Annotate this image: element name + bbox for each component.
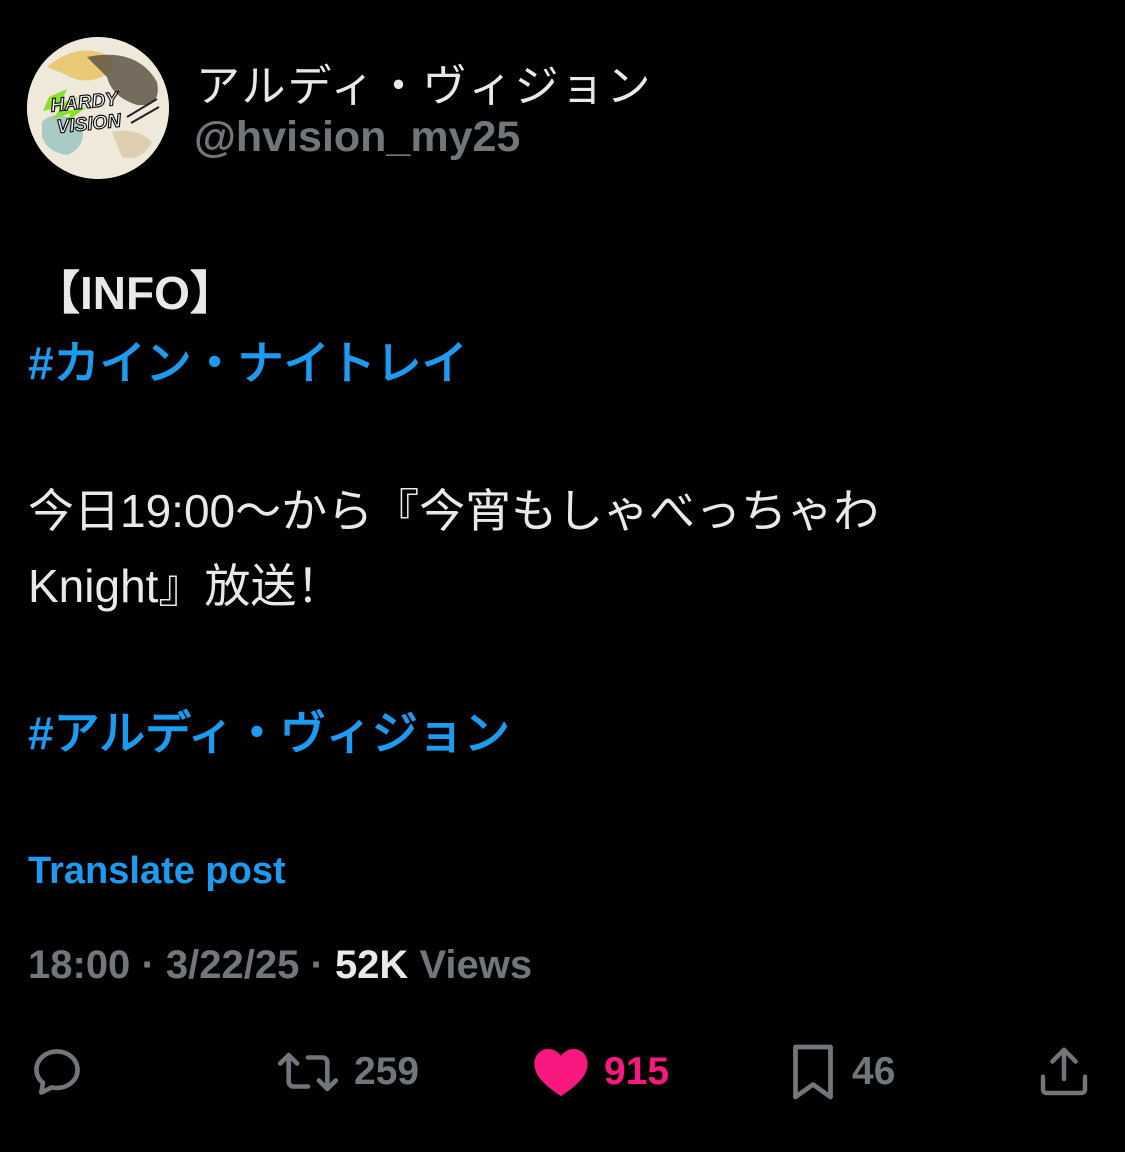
post-meta: 18:00 · 3/22/25 · 52K Views xyxy=(28,943,532,988)
heart-icon xyxy=(534,1049,588,1097)
avatar[interactable]: HARDY VISION xyxy=(27,37,169,179)
views-count: 52K xyxy=(334,943,409,987)
bookmark-count: 46 xyxy=(852,1050,896,1093)
hashtag-link[interactable]: #アルディ・ヴィジョン xyxy=(28,705,510,761)
post-text-line: Knight』放送！ xyxy=(28,560,343,612)
post-text-line: 今日19:00〜から『今宵もしゃべっちゃわ xyxy=(28,485,880,537)
like-count: 915 xyxy=(604,1050,670,1093)
reply-icon xyxy=(34,1049,80,1095)
separator: · xyxy=(141,943,155,987)
views-label: Views xyxy=(419,943,533,987)
hardy-vision-logo: HARDY VISION xyxy=(27,37,169,179)
share-button[interactable] xyxy=(1036,1040,1092,1104)
post-info-tag: 【INFO】 xyxy=(34,267,236,319)
reply-button[interactable] xyxy=(28,1040,86,1104)
separator: · xyxy=(310,943,324,987)
author-handle[interactable]: @hvision_my25 xyxy=(194,113,520,162)
author-display-name[interactable]: アルディ・ヴィジョン xyxy=(196,50,652,114)
repost-icon xyxy=(277,1052,339,1092)
translate-post-link[interactable]: Translate post xyxy=(28,850,286,893)
repost-count: 259 xyxy=(354,1050,420,1093)
bookmark-button[interactable]: 46 xyxy=(788,1040,895,1104)
share-icon xyxy=(1040,1047,1088,1096)
post-date[interactable]: 3/22/25 xyxy=(166,943,299,987)
hashtag-link[interactable]: #カイン・ナイトレイ xyxy=(28,335,468,391)
post-time[interactable]: 18:00 xyxy=(28,943,130,987)
repost-button[interactable]: 259 xyxy=(276,1040,419,1104)
like-button[interactable]: 915 xyxy=(532,1040,669,1104)
bookmark-icon xyxy=(793,1044,833,1100)
